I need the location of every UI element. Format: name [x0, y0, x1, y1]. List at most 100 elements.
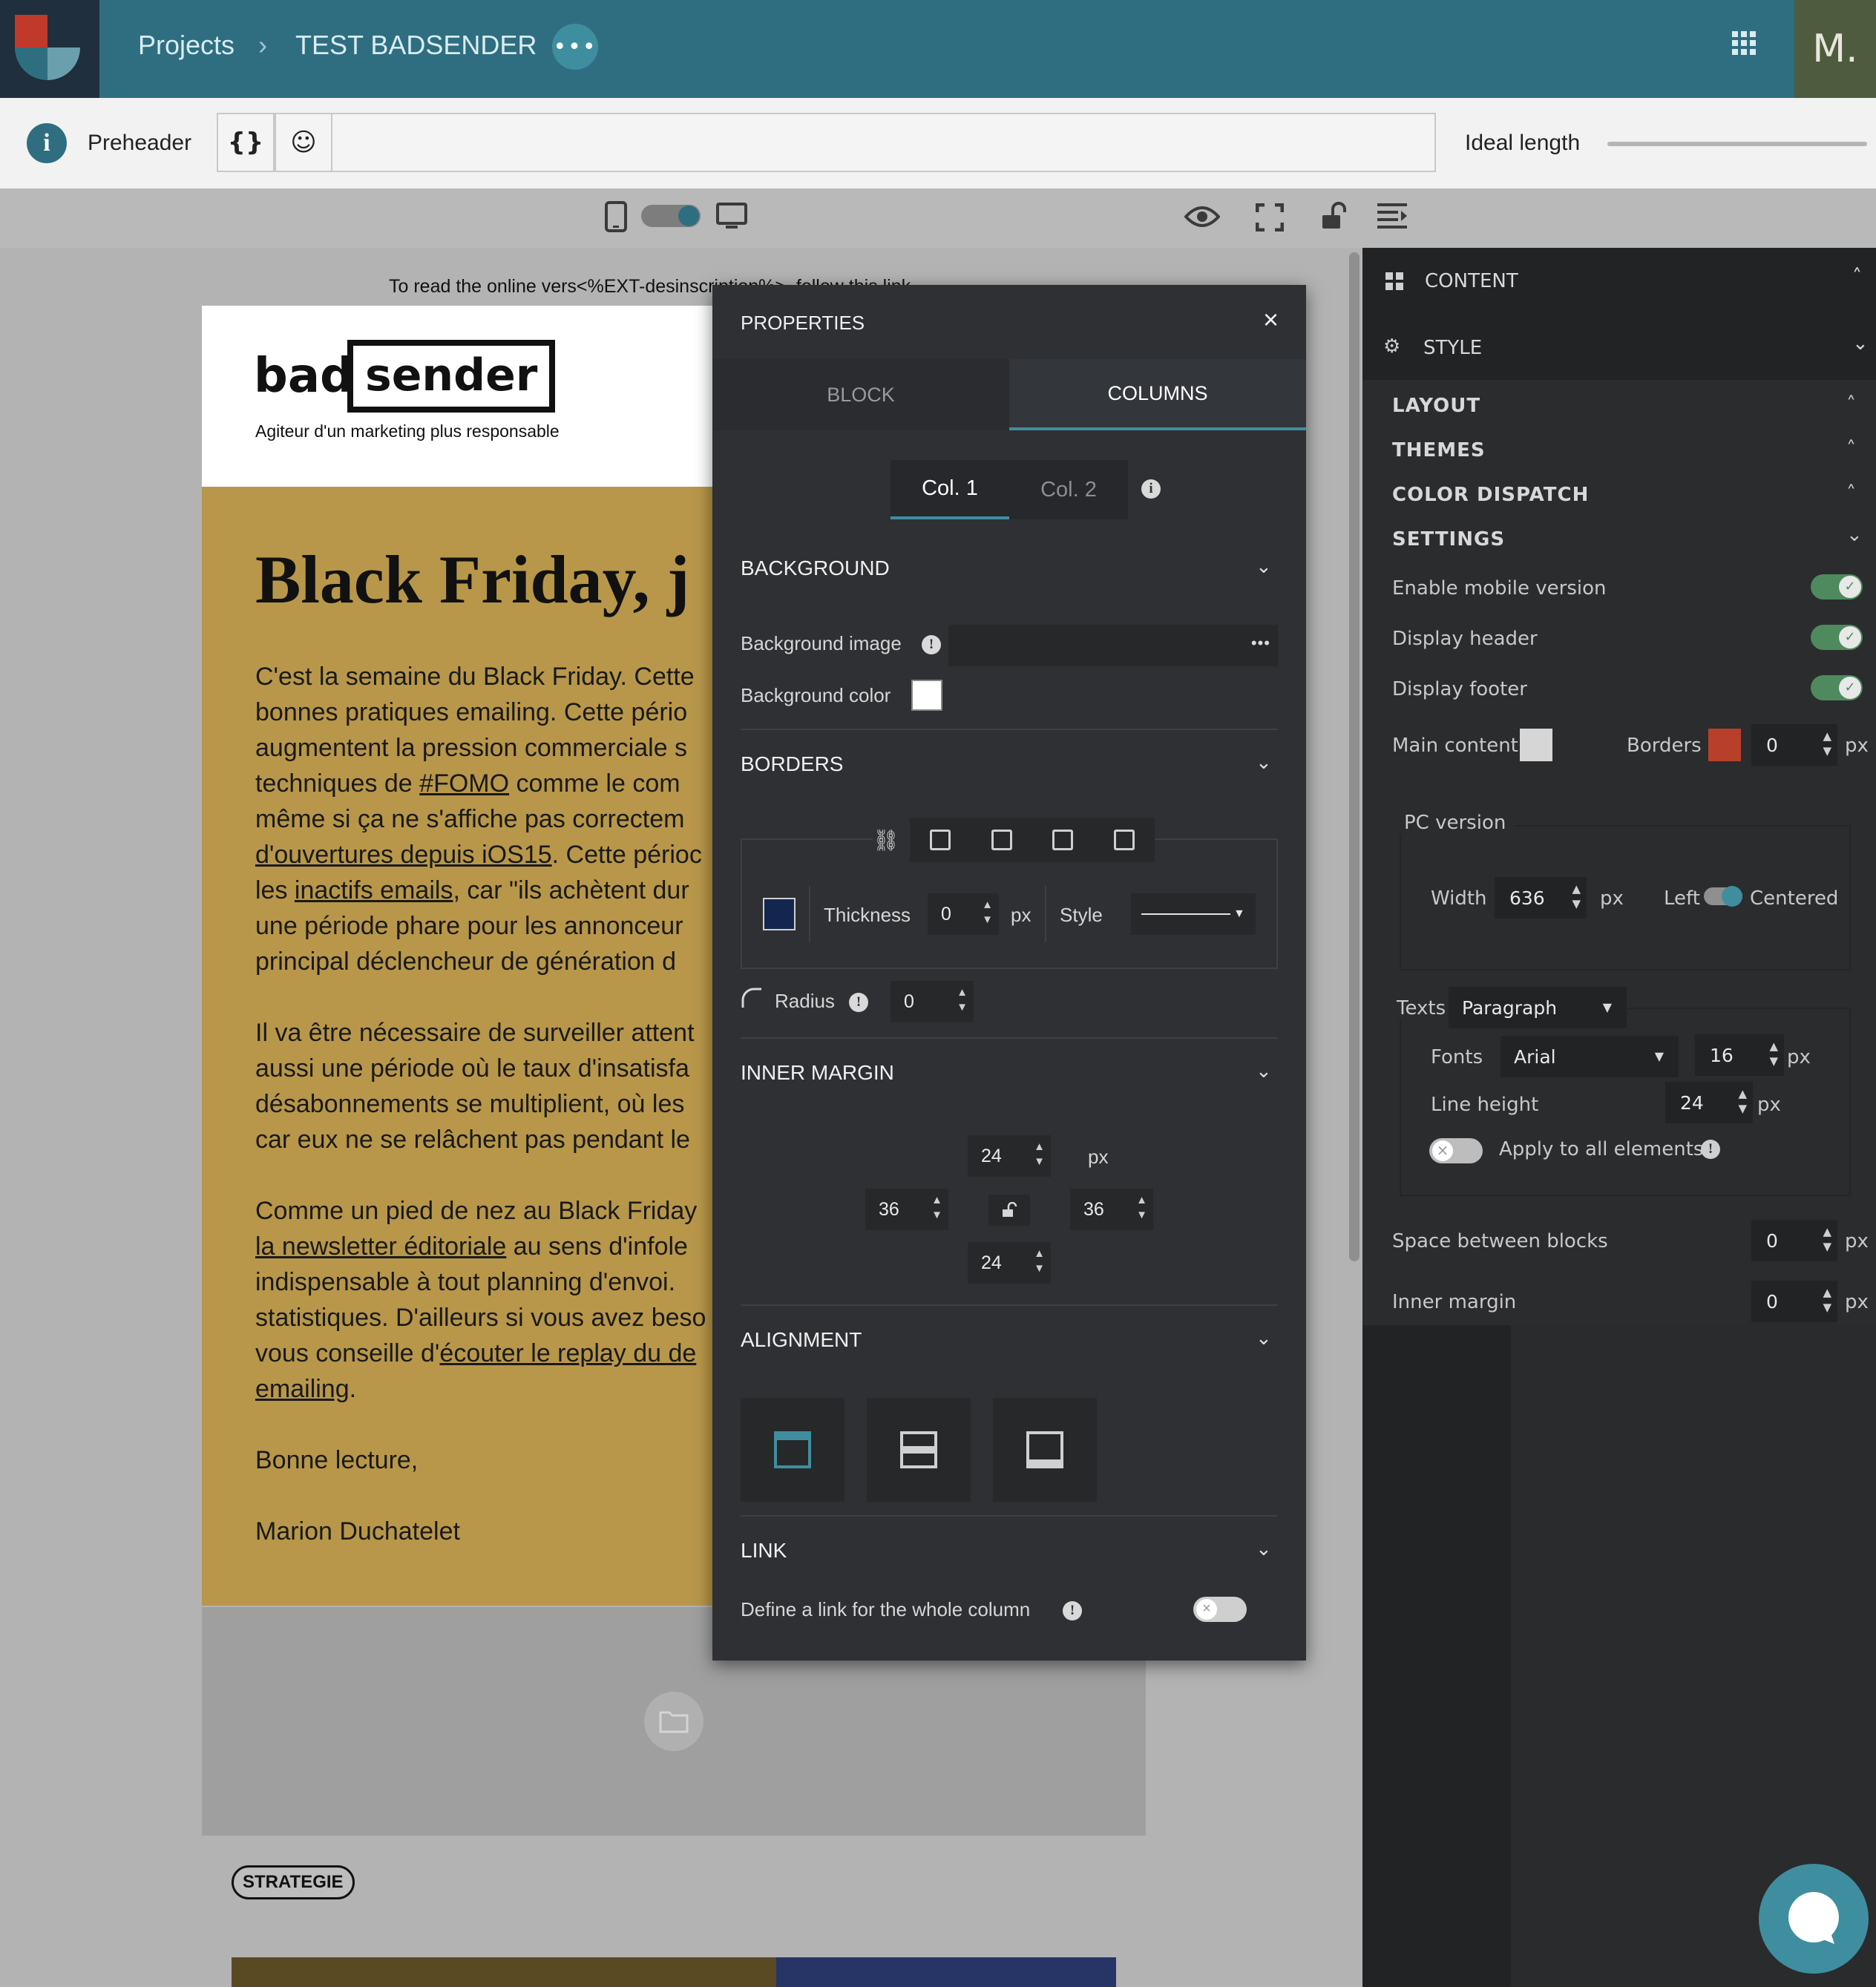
right-panel-empty-area [1362, 1325, 1511, 1987]
gear-icon: ⚙ [1383, 335, 1401, 358]
chat-support-button[interactable] [1759, 1864, 1869, 1974]
chevron-up-icon[interactable]: ˄ [1846, 482, 1856, 505]
border-right-side-icon[interactable] [991, 830, 1012, 850]
border-top-side-icon[interactable] [930, 830, 951, 850]
chevron-down-icon[interactable]: ⌄ [1852, 332, 1869, 355]
info-icon[interactable]: ! [922, 635, 941, 654]
link-label: Define a link for the whole column [741, 1598, 1031, 1620]
info-icon[interactable]: i [27, 123, 67, 163]
divider [741, 729, 1278, 730]
top-bar [0, 0, 1876, 98]
borders-section-title[interactable]: BORDERS [741, 752, 843, 776]
info-icon[interactable]: i [1141, 479, 1161, 499]
chevron-down-icon[interactable]: ⌄ [1256, 555, 1272, 578]
divider [741, 1304, 1278, 1306]
breadcrumb-projects[interactable]: Projects [138, 30, 234, 61]
link-section-title[interactable]: LINK [741, 1539, 787, 1563]
col-2-tab[interactable]: Col. 2 [1009, 460, 1128, 519]
border-color-swatch[interactable] [763, 898, 796, 930]
preview-eye-icon[interactable] [1184, 203, 1221, 233]
display-header-toggle[interactable] [1811, 625, 1863, 650]
project-more-button[interactable]: ••• [552, 24, 598, 70]
more-icon[interactable]: ••• [1251, 634, 1270, 653]
enable-mobile-toggle[interactable] [1811, 574, 1863, 600]
margin-left-input[interactable]: 36 ▲ ▼ [865, 1189, 948, 1230]
display-footer-toggle[interactable] [1811, 675, 1863, 700]
align-bottom-button[interactable] [993, 1398, 1097, 1502]
divider [809, 886, 810, 942]
canvas-scrollbar[interactable] [1349, 252, 1360, 1261]
lock-icon[interactable] [1321, 202, 1349, 234]
panel-toggle-icon[interactable] [1376, 202, 1408, 234]
inner-margin-section-title[interactable]: INNER MARGIN [741, 1061, 894, 1085]
chevron-down-icon[interactable]: ⌄ [1256, 751, 1272, 774]
preheader-input[interactable] [217, 113, 1436, 172]
close-icon[interactable]: × [1263, 304, 1279, 335]
alignment-toggle[interactable] [1704, 886, 1742, 907]
chevron-up-icon[interactable]: ˄ [1852, 266, 1862, 288]
border-sides-selector[interactable] [910, 818, 1155, 862]
border-left-side-icon[interactable] [1113, 830, 1135, 850]
font-size-input[interactable]: 16 ▲ ▼ [1695, 1034, 1784, 1076]
borders-width-input[interactable]: 0 ▲ ▼ [1751, 724, 1837, 766]
background-image-input[interactable]: ••• [948, 625, 1278, 666]
chevron-up-icon[interactable]: ˄ [1846, 438, 1856, 460]
background-color-swatch[interactable] [911, 680, 942, 711]
fullscreen-icon[interactable] [1255, 203, 1285, 234]
radius-input[interactable]: 0 ▲ ▼ [891, 981, 974, 1022]
link-icon[interactable]: ⛓ [873, 828, 899, 853]
margin-bottom-input[interactable]: 24 ▲ ▼ [968, 1242, 1051, 1284]
folder-icon[interactable] [644, 1692, 704, 1751]
font-family-select[interactable]: Arial ▼ [1501, 1036, 1679, 1077]
chevron-down-icon[interactable]: ⌄ [1846, 524, 1863, 546]
background-section-title[interactable]: BACKGROUND [741, 556, 890, 580]
info-icon[interactable]: ! [849, 993, 868, 1012]
alignment-section-title[interactable]: ALIGNMENT [741, 1328, 862, 1352]
chevron-up-icon[interactable]: ˄ [1846, 393, 1856, 416]
thickness-input[interactable]: 0 ▲ ▼ [928, 893, 999, 935]
chevron-down-icon[interactable]: ⌄ [1256, 1537, 1272, 1560]
mobile-view-icon[interactable] [604, 200, 628, 236]
main-content-color-swatch[interactable] [1520, 729, 1552, 761]
borders-color-swatch[interactable] [1708, 729, 1741, 761]
apps-grid-icon[interactable] [1731, 30, 1757, 56]
column-link-toggle[interactable] [1193, 1597, 1247, 1622]
background-color-label: Background color [741, 684, 891, 706]
breadcrumb-project-name[interactable]: TEST BADSENDER [295, 30, 537, 61]
brand-bad: bad [254, 349, 354, 404]
user-avatar[interactable]: M. [1794, 0, 1876, 98]
margin-lock-icon[interactable] [988, 1195, 1030, 1226]
chevron-down-icon[interactable]: ⌄ [1256, 1060, 1272, 1083]
chevron-down-icon[interactable]: ⌄ [1256, 1327, 1272, 1350]
apply-all-toggle[interactable] [1429, 1138, 1483, 1163]
content-tab[interactable]: CONTENT [1425, 270, 1518, 292]
texts-select[interactable]: Paragraph ▼ [1449, 987, 1627, 1028]
align-top-button[interactable] [741, 1398, 844, 1502]
app-logo[interactable] [0, 0, 99, 98]
border-style-select[interactable]: ▼ [1131, 893, 1256, 935]
margin-right-input[interactable]: 36 ▲ ▼ [1070, 1189, 1153, 1230]
emoji-button[interactable]: ☺ [275, 113, 332, 172]
tab-block[interactable]: BLOCK [712, 359, 1009, 430]
settings-section[interactable]: SETTINGS [1392, 528, 1505, 551]
border-bottom-side-icon[interactable] [1052, 830, 1074, 850]
themes-section[interactable]: THEMES [1392, 439, 1486, 462]
line-height-input[interactable]: 24 ▲ ▼ [1665, 1082, 1753, 1123]
thickness-unit: px [1011, 904, 1032, 926]
style-tab[interactable]: STYLE [1423, 337, 1482, 359]
inner-margin-input[interactable]: 0 ▲ ▼ [1751, 1281, 1837, 1322]
space-unit: px [1845, 1230, 1869, 1252]
width-input[interactable]: 636 ▲ ▼ [1495, 877, 1587, 919]
margin-top-input[interactable]: 24 ▲ ▼ [968, 1135, 1051, 1177]
variables-button[interactable]: {} [217, 113, 275, 172]
layout-section[interactable]: LAYOUT [1392, 395, 1480, 417]
align-middle-button[interactable] [867, 1398, 971, 1502]
color-dispatch-section[interactable]: COLOR DISPATCH [1392, 484, 1589, 506]
info-icon[interactable]: ! [1063, 1601, 1082, 1620]
space-between-input[interactable]: 0 ▲ ▼ [1751, 1220, 1837, 1261]
col-1-tab[interactable]: Col. 1 [891, 460, 1009, 519]
tab-columns[interactable]: COLUMNS [1009, 359, 1306, 430]
desktop-view-icon[interactable] [715, 202, 748, 234]
view-toggle[interactable] [641, 205, 701, 227]
info-icon[interactable]: ! [1701, 1140, 1720, 1159]
